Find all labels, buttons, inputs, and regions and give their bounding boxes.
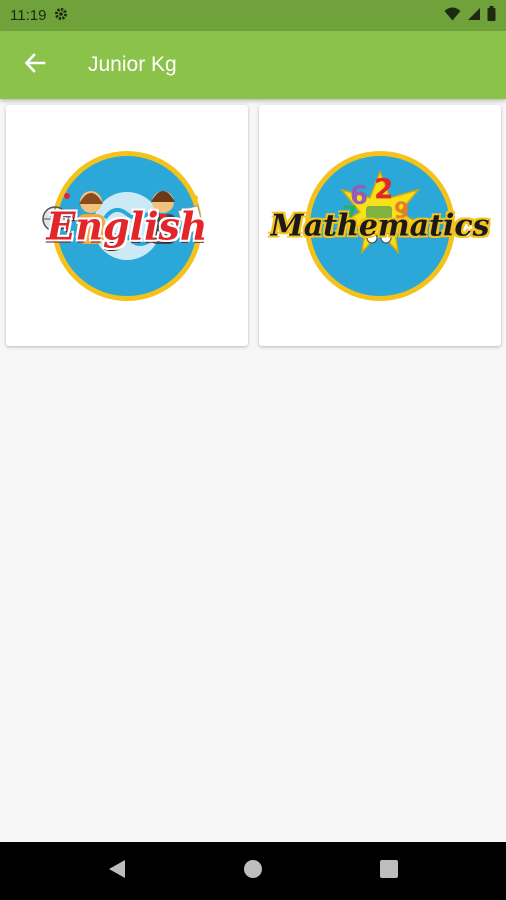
nav-recents-button[interactable] xyxy=(369,851,409,891)
status-bar: 11:19 xyxy=(0,0,506,31)
signal-icon xyxy=(467,7,481,25)
battery-icon xyxy=(487,6,496,25)
mathematics-logo: 6 2 9 7 × Mathematics xyxy=(262,126,498,326)
app-bar: Junior Kg xyxy=(0,31,506,99)
english-logo: D English xyxy=(9,126,245,326)
nav-back-button[interactable] xyxy=(97,851,137,891)
status-icons xyxy=(444,6,496,25)
recents-square-icon xyxy=(380,859,398,883)
back-triangle-icon xyxy=(108,859,126,884)
subject-card-mathematics[interactable]: 6 2 9 7 × Mathematics xyxy=(259,105,501,346)
subject-card-english[interactable]: D English xyxy=(6,105,248,346)
back-button[interactable] xyxy=(0,31,70,99)
status-time: 11:19 xyxy=(10,7,47,24)
arrow-left-icon xyxy=(24,52,46,79)
subject-label: Mathematics xyxy=(270,208,490,243)
svg-text:2: 2 xyxy=(374,172,393,205)
page-title: Junior Kg xyxy=(88,53,177,76)
home-circle-icon xyxy=(243,859,263,884)
system-nav-bar xyxy=(0,842,506,900)
nav-home-button[interactable] xyxy=(233,851,273,891)
gear-icon xyxy=(54,7,68,25)
wifi-icon xyxy=(444,7,461,25)
subject-label: English xyxy=(46,203,208,248)
